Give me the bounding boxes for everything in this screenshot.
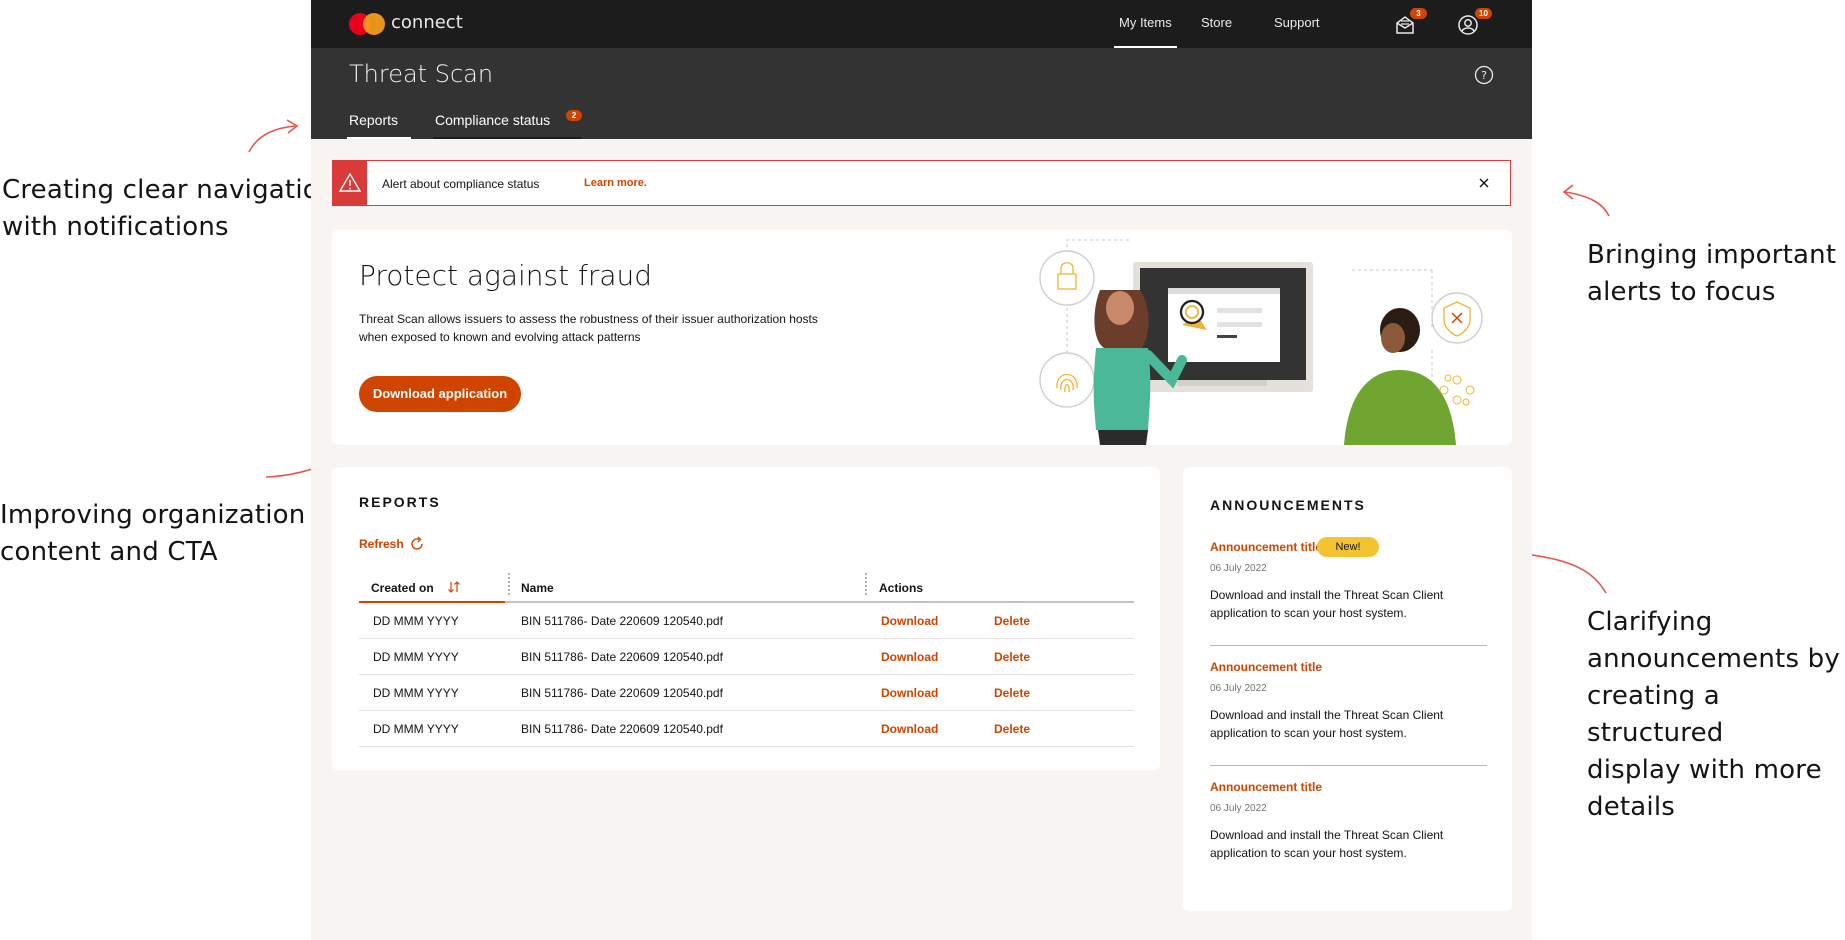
- cell-file-name: BIN 511786- Date 220609 120540.pdf: [521, 650, 723, 664]
- new-badge: New!: [1317, 537, 1379, 557]
- download-link[interactable]: Download: [881, 650, 938, 664]
- download-link[interactable]: Download: [881, 686, 938, 700]
- refresh-icon[interactable]: [409, 536, 425, 552]
- delete-link[interactable]: Delete: [994, 722, 1030, 736]
- announcements-card: ANNOUNCEMENTS Announcement title 06 July…: [1183, 467, 1512, 911]
- download-link[interactable]: Download: [881, 614, 938, 628]
- annotation-arrow-alerts: [1562, 184, 1610, 217]
- table-row: DD MMM YYYY BIN 511786- Date 220609 1205…: [359, 675, 1134, 711]
- annotation-line: creating a structured: [1587, 681, 1724, 748]
- top-navigation: connect My Items Store Support 3 10: [311, 0, 1532, 48]
- cell-file-name: BIN 511786- Date 220609 120540.pdf: [521, 686, 723, 700]
- hero-illustration: [1039, 239, 1483, 445]
- compliance-count-badge: 2: [566, 110, 582, 121]
- tab-compliance-status[interactable]: Compliance status: [435, 112, 550, 128]
- page-title: Threat Scan: [349, 60, 494, 88]
- annotation-arrow-navigation: [248, 119, 299, 153]
- cell-created-on: DD MMM YYYY: [373, 614, 459, 628]
- annotation-line: Bringing important: [1587, 240, 1837, 270]
- annotation-line: alerts to focus: [1587, 277, 1776, 307]
- close-icon[interactable]: [1478, 177, 1490, 189]
- column-separator: [865, 573, 867, 595]
- tab-inactive-indicator: [433, 137, 581, 139]
- annotation-line: display with more: [1587, 755, 1822, 785]
- table-row: DD MMM YYYY BIN 511786- Date 220609 1205…: [359, 711, 1134, 747]
- column-header-name: Name: [521, 581, 554, 595]
- download-link[interactable]: Download: [881, 722, 938, 736]
- column-header-created-on[interactable]: Created on: [371, 581, 434, 595]
- cell-file-name: BIN 511786- Date 220609 120540.pdf: [521, 614, 723, 628]
- refresh-button[interactable]: Refresh: [359, 537, 404, 551]
- warning-icon: [338, 172, 362, 192]
- annotation-line: details: [1587, 792, 1676, 822]
- mastercard-logo[interactable]: [349, 13, 385, 35]
- delete-link[interactable]: Delete: [994, 650, 1030, 664]
- annotation-navigation: Creating clear navigation with notificat…: [2, 172, 336, 246]
- announcement-date: 06 July 2022: [1210, 563, 1267, 574]
- download-application-button[interactable]: Download application: [359, 376, 521, 412]
- announcement-title[interactable]: Announcement title: [1210, 660, 1487, 674]
- tab-active-indicator: [347, 137, 411, 139]
- announcement-body: Download and install the Threat Scan Cli…: [1210, 708, 1444, 740]
- cell-created-on: DD MMM YYYY: [373, 650, 459, 664]
- delete-link[interactable]: Delete: [994, 614, 1030, 628]
- table-row: DD MMM YYYY BIN 511786- Date 220609 1205…: [359, 603, 1134, 639]
- column-header-actions: Actions: [879, 581, 924, 595]
- announcement-divider: [1210, 765, 1487, 766]
- logo-circle-yellow: [363, 13, 385, 35]
- column-separator: [508, 573, 510, 595]
- announcements-title: ANNOUNCEMENTS: [1210, 497, 1366, 513]
- tab-reports[interactable]: Reports: [349, 112, 398, 128]
- svg-text:?: ?: [1481, 69, 1487, 82]
- annotation-announcements: Clarifying announcements by creating a s…: [1587, 604, 1845, 826]
- annotation-content: Improving organization of content and CT…: [0, 497, 339, 571]
- announcement-divider: [1210, 645, 1487, 646]
- reports-title: REPORTS: [359, 494, 441, 510]
- help-icon[interactable]: ?: [1474, 65, 1494, 85]
- delete-link[interactable]: Delete: [994, 686, 1030, 700]
- messages-count-badge: 3: [1410, 8, 1427, 19]
- table-header: Created on Name Actions: [359, 569, 1134, 603]
- cell-created-on: DD MMM YYYY: [373, 686, 459, 700]
- annotation-line: Clarifying: [1587, 607, 1713, 637]
- reports-table: Created on Name Actions DD MMM YYYY BIN …: [359, 569, 1134, 747]
- annotation-alerts: Bringing important alerts to focus: [1587, 237, 1836, 311]
- announcement-body: Download and install the Threat Scan Cli…: [1210, 588, 1444, 620]
- annotation-line: Creating clear navigation: [2, 175, 336, 205]
- page-header: Threat Scan ? Reports Compliance status …: [311, 48, 1532, 139]
- nav-link-my-items[interactable]: My Items: [1114, 15, 1177, 48]
- alert-banner: Alert about compliance status Learn more…: [332, 160, 1511, 206]
- announcement-title[interactable]: Announcement title: [1210, 780, 1487, 794]
- annotation-line: Improving organization of: [0, 500, 340, 530]
- nav-link-store[interactable]: Store: [1201, 15, 1232, 30]
- alert-message: Alert about compliance status: [382, 177, 540, 191]
- hero-title: Protect against fraud: [359, 259, 653, 292]
- announcement-body: Download and install the Threat Scan Cli…: [1210, 828, 1444, 860]
- announcement-date: 06 July 2022: [1210, 683, 1267, 694]
- annotation-line: with notifications: [2, 212, 229, 242]
- alert-learn-more-link[interactable]: Learn more.: [584, 177, 647, 189]
- hero-description: Threat Scan allows issuers to assess the…: [359, 312, 818, 344]
- announcement-item: Announcement title 06 July 2022 Download…: [1210, 780, 1487, 862]
- cell-file-name: BIN 511786- Date 220609 120540.pdf: [521, 722, 723, 736]
- brand-name[interactable]: connect: [391, 12, 463, 33]
- alert-icon-container: [333, 161, 367, 205]
- annotation-line: content and CTA: [0, 537, 218, 567]
- table-row: DD MMM YYYY BIN 511786- Date 220609 1205…: [359, 639, 1134, 675]
- announcement-item: Announcement title 06 July 2022 Download…: [1210, 660, 1487, 742]
- cell-created-on: DD MMM YYYY: [373, 722, 459, 736]
- sort-icon[interactable]: [447, 580, 461, 594]
- app-window: connect My Items Store Support 3 10 Thre…: [311, 0, 1532, 940]
- nav-link-support[interactable]: Support: [1274, 15, 1320, 30]
- hero-card: Protect against fraud Threat Scan allows…: [332, 230, 1512, 445]
- profile-count-badge: 10: [1475, 8, 1492, 19]
- announcement-date: 06 July 2022: [1210, 803, 1267, 814]
- reports-card: REPORTS Refresh Created on Name Actions: [332, 467, 1160, 770]
- annotation-line: announcements by: [1587, 644, 1840, 674]
